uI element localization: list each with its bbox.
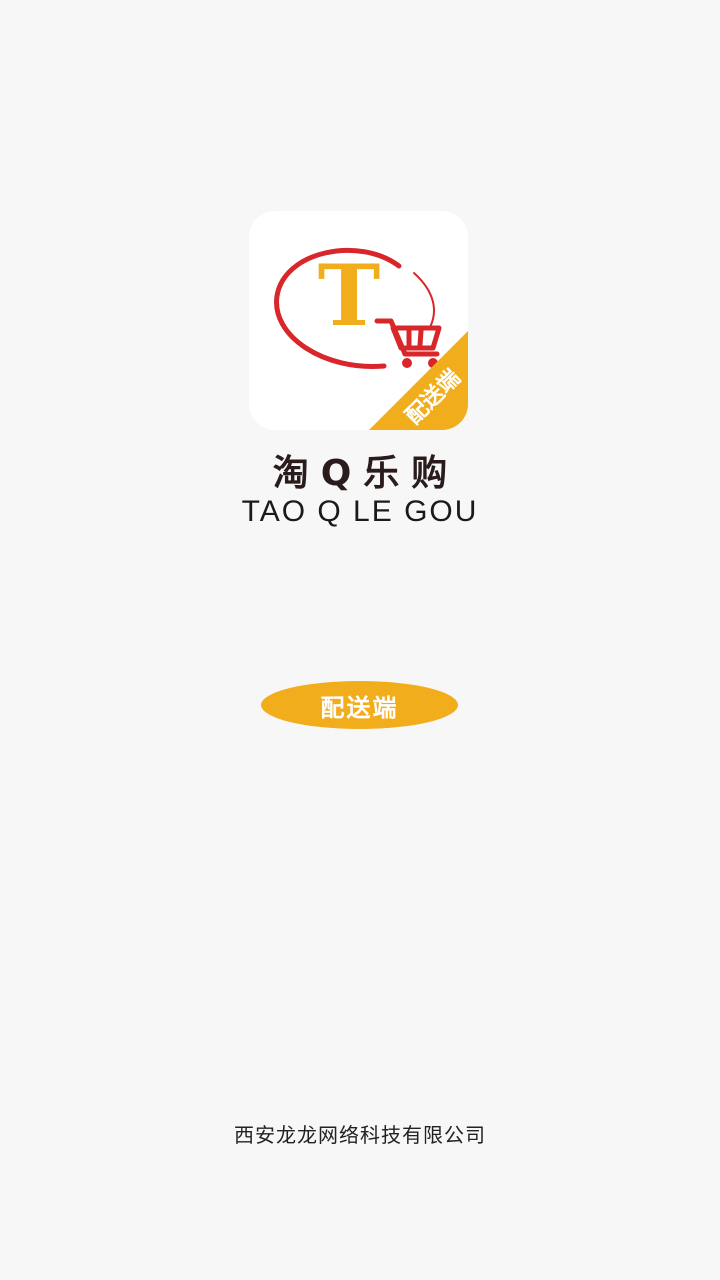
logo-graphic: T 配送端 [274,246,468,430]
splash-screen: T 配送端 淘Q乐购 TAO Q LE GOU 配送端 西安龙龙网络科技有限公司 [0,0,720,1280]
cart-wheel-left [402,358,412,368]
logo-letter: T [318,246,381,345]
brand-name-cn: 淘Q乐购 [272,453,460,494]
delivery-role-button[interactable]: 配送端 [261,681,458,729]
brand-name-en: TAO Q LE GOU [241,495,479,528]
logo-ring-tail [413,272,435,330]
company-name: 西安龙龙网络科技有限公司 [234,1123,486,1147]
app-logo: T 配送端 [249,211,468,430]
cart-icon [374,318,442,357]
